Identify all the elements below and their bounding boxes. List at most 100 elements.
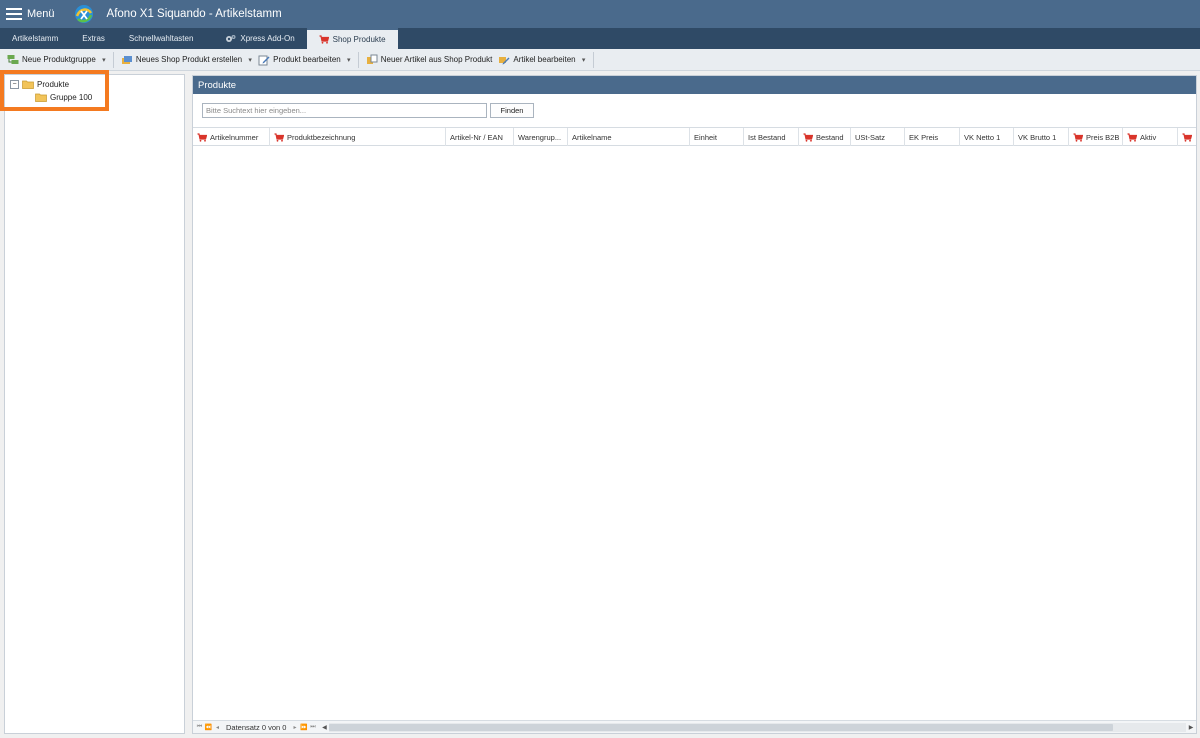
column-header-bestand[interactable]: Bestand — [799, 128, 851, 146]
edit-article-label: Artikel bearbeiten — [513, 55, 576, 64]
column-header-ust-satz[interactable]: USt-Satz — [851, 128, 905, 146]
column-label: Einheit — [694, 132, 717, 142]
products-panel: Produkte Finden Artikelnummer Produktbez… — [192, 75, 1197, 734]
next-record-icon: ▸ — [293, 724, 297, 731]
first-record-button[interactable]: ⏮ — [195, 721, 204, 733]
edit-article-button[interactable]: Artikel bearbeiten — [495, 51, 578, 69]
new-product-group-dropdown[interactable]: ▾ — [99, 51, 109, 69]
column-header-aktiv[interactable]: Aktiv — [1123, 128, 1178, 146]
column-header-ist-bestand[interactable]: Ist Bestand — [744, 128, 799, 146]
column-label: Aktiv — [1140, 132, 1157, 142]
search-input[interactable] — [202, 103, 487, 118]
previous-record-icon: ◂ — [215, 724, 219, 731]
record-counter: Datensatz 0 von 0 — [226, 722, 287, 732]
horizontal-scrollbar[interactable]: ◀ ▶ — [319, 721, 1196, 733]
shopping-cart-icon — [319, 35, 329, 44]
toolbar-divider — [112, 51, 114, 68]
next-record-button[interactable]: ▸ — [290, 721, 299, 733]
column-label: Artikelname — [572, 132, 612, 142]
previous-page-button[interactable]: ⏪ — [204, 721, 213, 733]
column-header-truncated[interactable] — [1178, 128, 1196, 146]
column-label: USt-Satz — [855, 132, 886, 142]
app-title: Afono X1 Siquando - Artikelstamm — [106, 8, 282, 20]
chevron-down-icon: ▾ — [581, 56, 586, 64]
scroll-thumb[interactable] — [329, 723, 1114, 731]
search-row: Finden — [202, 103, 534, 118]
column-header-produktbezeichnung[interactable]: Produktbezeichnung — [270, 128, 446, 146]
column-label: Ist Bestand — [748, 132, 786, 142]
tree-node-produkte[interactable]: − Produkte — [5, 78, 184, 91]
shopping-cart-icon — [1182, 132, 1192, 142]
tab-xpress-add-on[interactable]: Xpress Add-On — [205, 28, 306, 49]
grid-body[interactable] — [193, 146, 1196, 721]
column-header-ek-preis[interactable]: EK Preis — [905, 128, 960, 146]
shopping-cart-icon — [803, 132, 813, 142]
grid-header: Artikelnummer Produktbezeichnung Artikel… — [193, 127, 1196, 146]
toolbar-divider — [357, 51, 359, 68]
new-shop-product-dropdown[interactable]: ▾ — [245, 51, 255, 69]
arrow-left-icon: ◀ — [322, 724, 327, 731]
tree-node-gruppe-100[interactable]: Gruppe 100 — [5, 91, 184, 104]
tab-label: Schnellwahltasten — [128, 34, 194, 43]
column-header-artikelnummer[interactable]: Artikelnummer — [193, 128, 270, 146]
scroll-track[interactable] — [329, 722, 1186, 732]
shopping-cart-icon — [197, 132, 207, 142]
tab-label: Xpress Add-On — [240, 34, 295, 43]
last-record-button[interactable]: ⏭ — [308, 721, 317, 733]
arrow-right-icon: ▶ — [1188, 724, 1194, 731]
new-shop-product-button[interactable]: Neues Shop Produkt erstellen — [118, 51, 245, 69]
new-shop-product-label: Neues Shop Produkt erstellen — [135, 55, 243, 64]
column-header-vk-netto-1[interactable]: VK Netto 1 — [960, 128, 1014, 146]
new-shop-product-icon — [121, 54, 133, 66]
toolbar-divider — [592, 51, 594, 68]
collapse-toggle[interactable]: − — [10, 80, 19, 89]
column-header-preis-b2b[interactable]: Preis B2B — [1069, 128, 1123, 146]
scroll-right-button[interactable]: ▶ — [1186, 721, 1196, 733]
app-logo-icon — [74, 5, 93, 23]
tab-label: Extras — [82, 34, 105, 43]
find-button[interactable]: Finden — [490, 103, 534, 118]
edit-article-icon — [498, 54, 510, 66]
edit-product-label: Produkt bearbeiten — [273, 55, 341, 64]
new-product-group-button[interactable]: Neue Produktgruppe — [4, 51, 99, 69]
last-record-icon: ⏭ — [310, 723, 316, 730]
edit-product-dropdown[interactable]: ▾ — [344, 51, 354, 69]
column-label: Bestand — [816, 132, 844, 142]
previous-record-button[interactable]: ◂ — [213, 721, 222, 733]
previous-page-icon: ⏪ — [204, 724, 213, 731]
edit-product-button[interactable]: Produkt bearbeiten — [255, 51, 344, 69]
column-header-warengruppe[interactable]: Warengrup... — [514, 128, 568, 146]
column-header-artikelname[interactable]: Artikelname — [568, 128, 690, 146]
menu-button[interactable]: Menü — [0, 0, 61, 28]
tab-extras[interactable]: Extras — [70, 28, 117, 49]
tab-schnellwahltasten[interactable]: Schnellwahltasten — [117, 28, 205, 49]
shopping-cart-icon — [1127, 132, 1137, 142]
tree-node-label: Produkte — [37, 80, 70, 89]
tab-shop-produkte[interactable]: Shop Produkte — [306, 28, 398, 49]
title-bar: Menü Afono X1 Siquando - Artikelstamm — [0, 0, 1200, 28]
new-article-from-shop-label: Neuer Artikel aus Shop Produkt — [380, 55, 493, 64]
column-label: Produktbezeichnung — [287, 132, 356, 142]
column-label: EK Preis — [909, 132, 939, 142]
column-header-vk-brutto-1[interactable]: VK Brutto 1 — [1014, 128, 1069, 146]
next-page-button[interactable]: ⏩ — [299, 721, 308, 733]
column-label: Preis B2B — [1086, 132, 1120, 142]
product-group-tree: − Produkte Gruppe 100 — [4, 74, 185, 734]
column-header-einheit[interactable]: Einheit — [690, 128, 744, 146]
scroll-left-button[interactable]: ◀ — [319, 721, 329, 733]
chevron-down-icon: ▾ — [248, 56, 252, 64]
panel-header: Produkte — [193, 76, 1196, 94]
first-record-icon: ⏮ — [196, 723, 203, 730]
folder-icon — [22, 80, 34, 89]
ribbon-tab-bar: Artikelstamm Extras Schnellwahltasten Xp… — [0, 28, 1200, 49]
column-header-artikel-nr-ean[interactable]: Artikel-Nr / EAN — [446, 128, 514, 146]
shopping-cart-icon — [1073, 132, 1083, 142]
folder-icon — [35, 93, 47, 102]
hamburger-icon — [6, 8, 22, 20]
chevron-down-icon: ▾ — [102, 56, 106, 64]
new-article-from-shop-product-button[interactable]: Neuer Artikel aus Shop Produkt — [363, 51, 496, 69]
tab-artikelstamm[interactable]: Artikelstamm — [0, 28, 70, 49]
edit-article-dropdown[interactable]: ▾ — [579, 51, 589, 69]
column-label: VK Netto 1 — [964, 132, 1001, 142]
menu-label: Menü — [27, 8, 55, 20]
